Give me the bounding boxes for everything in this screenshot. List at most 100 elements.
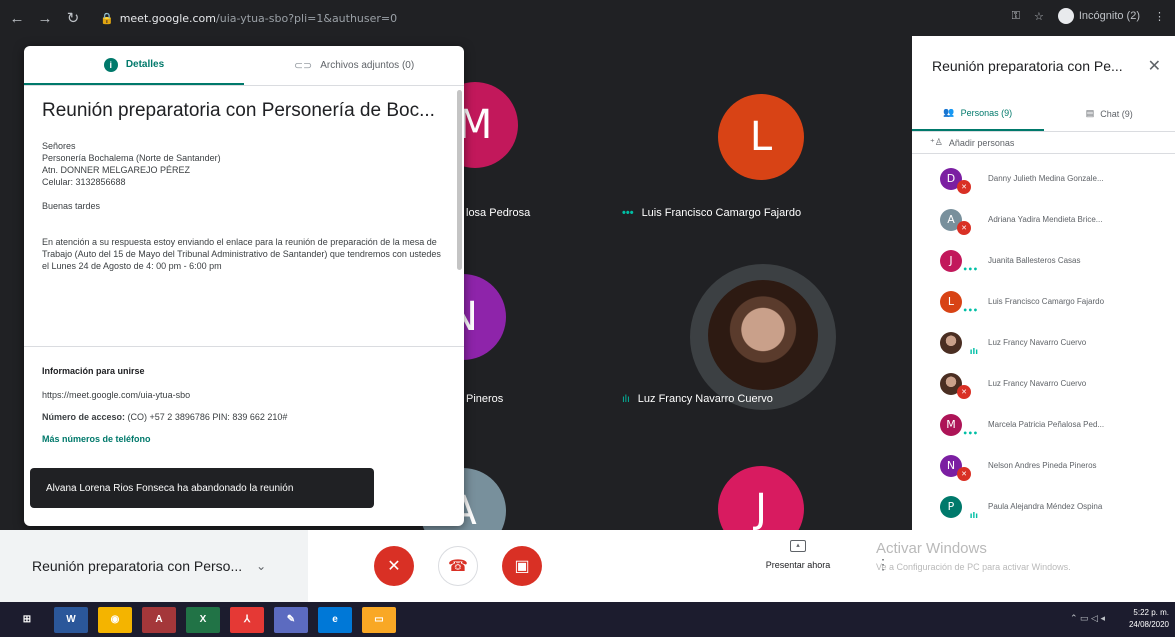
participant-row[interactable]: J ••• Juanita Ballesteros Casas (912, 240, 1175, 281)
incognito-label: Incógnito (2) (1078, 10, 1140, 22)
participant-row[interactable]: ılı Luz Francy Navarro Cuervo (912, 322, 1175, 363)
tab-label: Personas (9) (960, 107, 1013, 118)
tile-name: losa Pedrosa (466, 207, 531, 219)
chrome-icon[interactable]: ◉ (98, 606, 132, 633)
speaking-icon: ılı (969, 510, 978, 520)
hang-up-icon: ☎ (448, 558, 468, 575)
people-icon: 👥 (943, 107, 955, 117)
camera-off-icon: ▣ (514, 558, 530, 575)
system-tray[interactable]: ⌃ ▭ ◁ ◂ (1070, 613, 1105, 624)
tab-label: Chat (9) (1100, 108, 1133, 119)
forward-icon[interactable]: → (34, 10, 56, 27)
avatar: ✕ (940, 372, 971, 399)
tab-label: Detalles (125, 59, 165, 70)
participant-row[interactable]: A ✕ Adriana Yadira Mendieta Brice... (912, 199, 1175, 240)
paperclip-icon: ⊂⊃ (293, 60, 313, 72)
tab-attachments[interactable]: ⊂⊃ Archivos adjuntos (0) (244, 46, 464, 85)
clock-time: 5:22 p. m. (1133, 608, 1169, 617)
join-link[interactable]: https://meet.google.com/uia-ytua-sbo (42, 390, 442, 400)
details-line: Atn. DONNER MELGAREJO PÉREZ (42, 165, 191, 175)
bottom-control-bar: Reunión preparatoria con Perso... ⌄ ✕ ☎ … (0, 530, 912, 602)
reload-icon[interactable]: ↻ (62, 9, 84, 27)
add-people-label: Añadir personas (948, 137, 1015, 148)
divider (24, 346, 464, 347)
add-person-icon: ⁺♙ (930, 137, 943, 147)
greeting-text: Buenas tardes (42, 201, 101, 211)
participant-row[interactable]: ✕ Luz Francy Navarro Cuervo (912, 363, 1175, 404)
participant-row[interactable]: M ••• Marcela Patricia Peñalosa Ped... (912, 404, 1175, 445)
incognito-button[interactable]: Incógnito (2) (1057, 8, 1140, 24)
avatar: M ••• (940, 413, 978, 438)
tab-details[interactable]: i Detalles (24, 46, 244, 85)
tool-icon[interactable]: ✎ (274, 606, 308, 633)
participant-name: Marcela Patricia Peñalosa Ped... (988, 420, 1105, 429)
participant-list: D ✕ Danny Julieth Medina Gonzale... A ✕ Adria… (912, 154, 1175, 527)
excel-icon[interactable]: X (186, 606, 220, 633)
meeting-name: Reunión preparatoria con Perso... (32, 558, 243, 574)
participant-row[interactable]: L ••• Luis Francisco Camargo Fajardo (912, 281, 1175, 322)
avatar: J ••• (940, 249, 978, 274)
mic-off-icon: ✕ (957, 220, 971, 235)
avatar: D ✕ (940, 167, 971, 194)
meeting-name-button[interactable]: Reunión preparatoria con Perso... ⌄ (0, 530, 308, 602)
avatar: N ✕ (940, 454, 971, 481)
avatar: Pılı (940, 495, 978, 520)
participant-name: Paula Alejandra Méndez Ospina (988, 502, 1103, 511)
back-icon[interactable]: ← (6, 10, 28, 27)
clock-date: 24/08/2020 (1128, 620, 1169, 629)
idle-dots-icon: ••• (962, 428, 978, 438)
avatar: L ••• (940, 290, 978, 315)
access-number: Número de acceso: (CO) +57 2 3896786 PIN… (42, 412, 288, 422)
join-info: Información para unirse https://meet.goo… (42, 366, 442, 444)
folder-icon[interactable]: ▭ (362, 606, 396, 633)
participant-name: Nelson Andres Pineda Pineros (988, 461, 1097, 470)
incognito-icon (1057, 8, 1074, 24)
participant-row[interactable]: Pılı Paula Alejandra Méndez Ospina (912, 486, 1175, 527)
url-path: /uia-ytua-sbo?pli=1&authuser=0 (216, 11, 398, 25)
camera-off-button[interactable]: ▣ (502, 546, 542, 586)
chat-icon: ▤ (1085, 108, 1095, 118)
leave-call-button[interactable]: ☎ (438, 546, 478, 586)
participant-row[interactable]: D ✕ Danny Julieth Medina Gonzale... (912, 158, 1175, 199)
tab-label: Archivos adjuntos (0) (320, 60, 415, 71)
notification-toast: Alvana Lorena Rios Fonseca ha abandonado… (30, 468, 374, 508)
present-now-button[interactable]: ▴ Presentar ahora (748, 540, 848, 570)
word-icon[interactable]: W (54, 606, 88, 633)
mic-off-icon: ✕ (387, 558, 401, 575)
tile-avatar: J (718, 466, 804, 530)
address-bar[interactable]: 🔒 meet.google.com /uia-ytua-sbo?pli=1&au… (100, 7, 960, 29)
close-icon[interactable]: ✕ (1148, 56, 1161, 76)
browser-toolbar: ← → ↻ 🔒 meet.google.com /uia-ytua-sbo?pl… (0, 0, 1175, 36)
scrollbar[interactable] (457, 90, 462, 270)
description-text: En atención a su respuesta estoy enviand… (42, 237, 441, 271)
add-people-button[interactable]: ⁺♙ Añadir personas (912, 132, 1175, 154)
details-line: Celular: 3132856688 (42, 177, 126, 187)
participant-name: Danny Julieth Medina Gonzale... (988, 174, 1104, 183)
participant-name: Luis Francisco Camargo Fajardo (988, 297, 1105, 306)
windows-start-icon[interactable]: ⊞ (10, 606, 44, 633)
menu-icon[interactable]: ⋮ (1154, 10, 1165, 23)
mic-off-button[interactable]: ✕ (374, 546, 414, 586)
tab-chat[interactable]: ▤ Chat (9) (1044, 96, 1175, 131)
panel-title: Reunión preparatoria con Pe... (932, 58, 1123, 74)
edge-icon[interactable]: e (318, 606, 352, 633)
mic-off-icon: ✕ (957, 466, 971, 481)
people-panel: Reunión preparatoria con Pe... ✕ 👥 Perso… (912, 36, 1175, 602)
chevron-down-icon: ⌄ (256, 559, 267, 573)
clock[interactable]: 5:22 p. m. 24/08/2020 (1129, 607, 1169, 631)
key-icon[interactable]: ⚿ (1012, 10, 1020, 23)
access-icon[interactable]: A (142, 606, 176, 633)
participant-name: Luz Francy Navarro Cuervo (988, 338, 1087, 347)
more-numbers-link[interactable]: Más números de teléfono (42, 434, 442, 444)
panel-tabs: 👥 Personas (9) ▤ Chat (9) (912, 96, 1175, 132)
participant-row[interactable]: N ✕ Nelson Andres Pineda Pineros (912, 445, 1175, 486)
windows-activation-subtext: Ve a Configuración de PC para activar Wi… (876, 562, 1071, 572)
tile-name: Pineros (466, 393, 504, 405)
star-icon[interactable]: ☆ (1034, 10, 1044, 23)
details-line: Señores (42, 141, 76, 151)
lock-icon: 🔒 (100, 11, 114, 25)
tile-name: ••• Luis Francisco Camargo Fajardo (622, 207, 802, 219)
tab-people[interactable]: 👥 Personas (9) (912, 96, 1044, 131)
acrobat-icon[interactable]: ⅄ (230, 606, 264, 633)
mic-off-icon: ✕ (957, 384, 971, 399)
